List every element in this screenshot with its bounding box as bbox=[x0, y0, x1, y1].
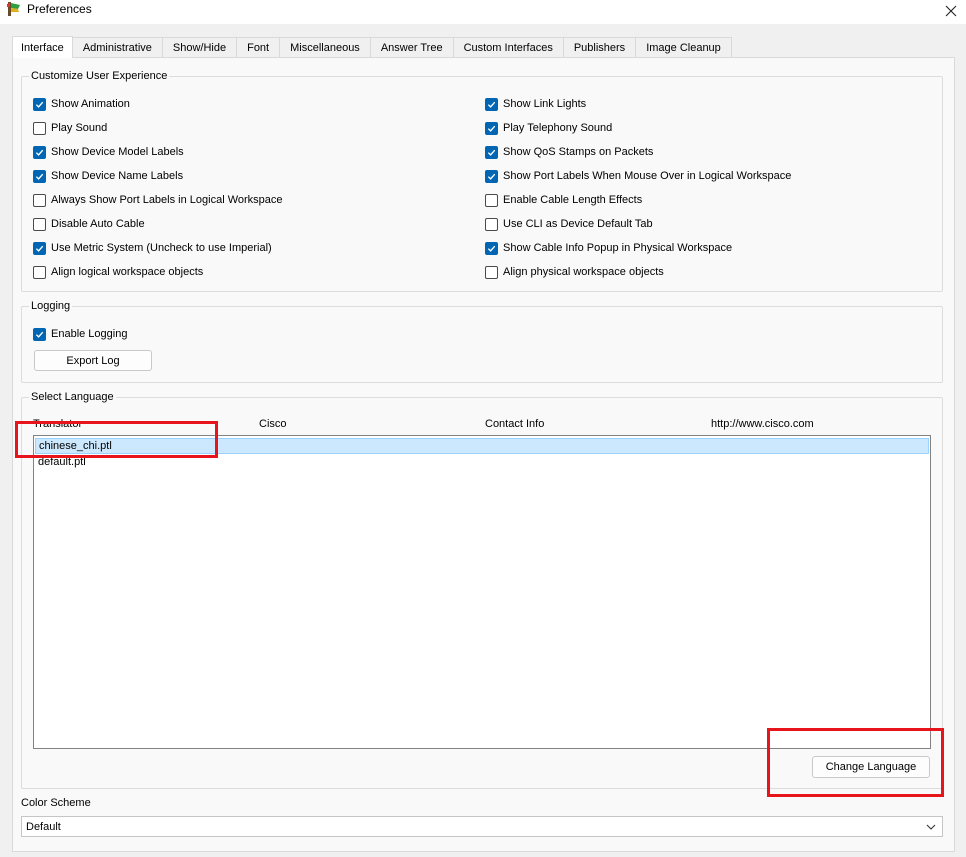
chevron-down-icon bbox=[926, 824, 936, 830]
url-header: http://www.cisco.com bbox=[711, 418, 814, 430]
close-button[interactable] bbox=[936, 0, 966, 22]
tab-answer-tree[interactable]: Answer Tree bbox=[370, 37, 454, 58]
checkbox-label: Show Port Labels When Mouse Over in Logi… bbox=[503, 170, 792, 182]
option-always-show-port-labels-in-logical-workspace-checkbox[interactable]: Always Show Port Labels in Logical Works… bbox=[33, 192, 283, 208]
checkbox-box[interactable] bbox=[33, 193, 46, 207]
option-show-link-lights-checkbox[interactable]: Show Link Lights bbox=[485, 96, 586, 112]
option-show-device-name-labels-checkbox[interactable]: Show Device Name Labels bbox=[33, 168, 183, 184]
tab-administrative[interactable]: Administrative bbox=[72, 37, 163, 58]
checkbox-box[interactable] bbox=[33, 145, 46, 159]
tab-publishers[interactable]: Publishers bbox=[563, 37, 637, 58]
checkmark-icon bbox=[35, 149, 44, 156]
checkbox-label: Align physical workspace objects bbox=[503, 266, 664, 278]
enable-logging-label: Enable Logging bbox=[51, 328, 128, 340]
checkmark-icon bbox=[35, 101, 44, 108]
checkbox-label: Show QoS Stamps on Packets bbox=[503, 146, 654, 158]
option-show-animation-checkbox[interactable]: Show Animation bbox=[33, 96, 130, 112]
option-play-sound-checkbox[interactable]: Play Sound bbox=[33, 120, 107, 136]
enable-logging-checkbox[interactable]: Enable Logging bbox=[33, 326, 127, 342]
option-enable-cable-length-effects-checkbox[interactable]: Enable Cable Length Effects bbox=[485, 192, 642, 208]
option-align-logical-workspace-objects-checkbox[interactable]: Align logical workspace objects bbox=[33, 264, 203, 280]
checkmark-icon bbox=[35, 331, 44, 338]
company-header: Cisco bbox=[259, 418, 287, 430]
tab-miscellaneous[interactable]: Miscellaneous bbox=[280, 37, 371, 58]
color-scheme-label: Color Scheme bbox=[21, 797, 91, 809]
checkbox-label: Play Sound bbox=[51, 122, 108, 134]
checkbox-label: Show Link Lights bbox=[503, 98, 587, 110]
checkbox-box[interactable] bbox=[33, 121, 46, 135]
checkmark-icon bbox=[487, 149, 496, 156]
option-show-cable-info-popup-in-physical-workspace-checkbox[interactable]: Show Cable Info Popup in Physical Worksp… bbox=[485, 240, 732, 256]
list-item-default[interactable]: default.ptl bbox=[35, 454, 929, 470]
language-file-list[interactable]: chinese_chi.ptl default.ptl bbox=[33, 435, 931, 749]
tab-image-cleanup[interactable]: Image Cleanup bbox=[636, 37, 732, 58]
change-language-button[interactable]: Change Language bbox=[812, 756, 930, 778]
tab-strip: Interface Administrative Show/Hide Font … bbox=[12, 36, 732, 58]
checkbox-label: Enable Cable Length Effects bbox=[503, 194, 643, 206]
tab-custom-interfaces[interactable]: Custom Interfaces bbox=[453, 37, 564, 58]
option-disable-auto-cable-checkbox[interactable]: Disable Auto Cable bbox=[33, 216, 145, 232]
checkbox-label: Use CLI as Device Default Tab bbox=[503, 218, 653, 230]
checkbox-box[interactable] bbox=[33, 217, 46, 231]
checkbox-label: Align logical workspace objects bbox=[51, 266, 204, 278]
checkbox-label: Play Telephony Sound bbox=[503, 122, 613, 134]
option-show-port-labels-when-mouse-over-in-logical-workspace-checkbox[interactable]: Show Port Labels When Mouse Over in Logi… bbox=[485, 168, 791, 184]
checkmark-icon bbox=[487, 101, 496, 108]
language-group-title: Select Language bbox=[29, 390, 116, 404]
window-title: Preferences bbox=[27, 2, 92, 16]
option-use-metric-system-uncheck-to-use-imperial-checkbox[interactable]: Use Metric System (Uncheck to use Imperi… bbox=[33, 240, 272, 256]
customize-group-title: Customize User Experience bbox=[29, 69, 170, 83]
checkbox-label: Always Show Port Labels in Logical Works… bbox=[51, 194, 283, 206]
close-icon bbox=[945, 5, 957, 17]
checkmark-icon bbox=[487, 125, 496, 132]
customize-group: Customize User Experience bbox=[21, 69, 943, 292]
color-scheme-value: Default bbox=[26, 820, 61, 833]
checkbox-label: Show Animation bbox=[51, 98, 130, 110]
app-icon bbox=[6, 1, 22, 17]
checkmark-icon bbox=[487, 245, 496, 252]
checkbox-label: Disable Auto Cable bbox=[51, 218, 145, 230]
option-play-telephony-sound-checkbox[interactable]: Play Telephony Sound bbox=[485, 120, 612, 136]
option-show-qos-stamps-on-packets-checkbox[interactable]: Show QoS Stamps on Packets bbox=[485, 144, 653, 160]
checkbox-label: Show Device Name Labels bbox=[51, 170, 184, 182]
title-bar: Preferences bbox=[0, 0, 966, 24]
checkmark-icon bbox=[487, 173, 496, 180]
logging-group-title: Logging bbox=[29, 299, 73, 313]
list-item-chinese[interactable]: chinese_chi.ptl bbox=[35, 438, 929, 454]
checkbox-box[interactable] bbox=[485, 265, 498, 279]
checkbox-box[interactable] bbox=[485, 145, 498, 159]
checkbox-box[interactable] bbox=[485, 241, 498, 255]
contact-header: Contact Info bbox=[485, 418, 545, 430]
checkmark-icon bbox=[35, 173, 44, 180]
checkbox-box[interactable] bbox=[485, 169, 498, 183]
export-log-button[interactable]: Export Log bbox=[34, 350, 152, 371]
checkbox-label: Show Device Model Labels bbox=[51, 146, 184, 158]
checkbox-box[interactable] bbox=[485, 97, 498, 111]
checkbox-label: Use Metric System (Uncheck to use Imperi… bbox=[51, 242, 272, 254]
option-use-cli-as-device-default-tab-checkbox[interactable]: Use CLI as Device Default Tab bbox=[485, 216, 653, 232]
logging-group: Logging bbox=[21, 299, 943, 383]
translator-header: Translator bbox=[33, 418, 83, 430]
checkbox-box[interactable] bbox=[33, 169, 46, 183]
checkmark-icon bbox=[35, 245, 44, 252]
checkbox-box[interactable] bbox=[33, 97, 46, 111]
option-align-physical-workspace-objects-checkbox[interactable]: Align physical workspace objects bbox=[485, 264, 664, 280]
enable-logging-box[interactable] bbox=[33, 327, 46, 341]
tab-show-hide[interactable]: Show/Hide bbox=[162, 37, 238, 58]
color-scheme-select[interactable]: Default bbox=[21, 816, 943, 837]
checkbox-box[interactable] bbox=[485, 217, 498, 231]
checkbox-box[interactable] bbox=[33, 265, 46, 279]
tab-interface[interactable]: Interface bbox=[12, 36, 73, 58]
checkbox-label: Show Cable Info Popup in Physical Worksp… bbox=[503, 242, 733, 254]
checkbox-box[interactable] bbox=[485, 121, 498, 135]
tab-font[interactable]: Font bbox=[237, 37, 281, 58]
checkbox-box[interactable] bbox=[485, 193, 498, 207]
option-show-device-model-labels-checkbox[interactable]: Show Device Model Labels bbox=[33, 144, 184, 160]
checkbox-box[interactable] bbox=[33, 241, 46, 255]
